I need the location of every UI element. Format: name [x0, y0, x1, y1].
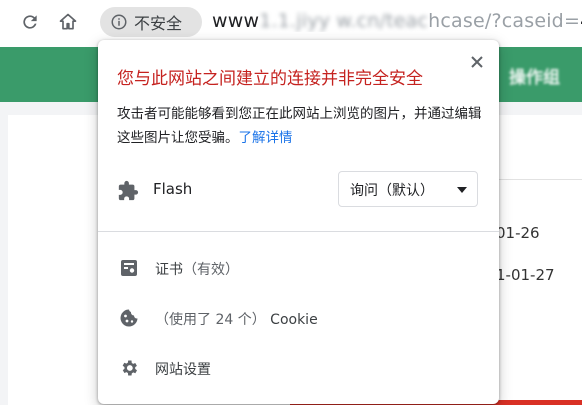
- chevron-down-icon: [457, 187, 467, 193]
- gear-icon: [122, 360, 137, 376]
- description-text: 攻击者可能能够看到您正在此网站上浏览的图片，并通过编辑这些图片让您受骗。: [117, 106, 482, 146]
- cookie-label: （使用了 24 个） Cookie: [155, 309, 318, 329]
- flash-label: Flash: [153, 180, 193, 198]
- home-icon: [59, 13, 77, 30]
- flash-permission-row: Flash 询问（默认）: [117, 171, 480, 210]
- url-text: www: [212, 10, 260, 32]
- site-info-popup: 您与此网站之间建立的连接并非完全安全 攻击者可能能够看到您正在此网站上浏览的图片…: [98, 40, 499, 404]
- cookie-icon: [120, 309, 138, 327]
- certificate-text: 证书: [155, 262, 183, 278]
- close-button[interactable]: [467, 52, 487, 72]
- site-settings-item[interactable]: 网站设置: [98, 347, 499, 389]
- row-divider: [498, 179, 582, 180]
- reload-button[interactable]: [14, 6, 46, 38]
- header-button[interactable]: 操作组: [509, 63, 560, 88]
- site-settings-label: 网站设置: [155, 362, 211, 378]
- cookie-text: Cookie: [270, 312, 318, 328]
- learn-more-link[interactable]: 了解详情: [239, 130, 293, 146]
- address-bar[interactable]: www1.1.jiyy w.cn/teachcase/?caseid=4244: [212, 10, 582, 32]
- row-date: 1-01-27: [496, 266, 555, 284]
- popup-divider: [98, 231, 499, 232]
- cookie-item[interactable]: （使用了 24 个） Cookie: [98, 297, 499, 339]
- popup-description: 攻击者可能能够看到您正在此网站上浏览的图片，并通过编辑这些图片让您受骗。了解详情: [117, 102, 485, 150]
- security-status-label: 不安全: [134, 14, 183, 33]
- row-date: 01-26: [496, 224, 540, 242]
- certificate-item[interactable]: 证书（有效）: [98, 247, 499, 289]
- flash-permission-select[interactable]: 询问（默认）: [338, 171, 478, 207]
- certificate-icon: [121, 260, 137, 276]
- url-blurred-text: 1.1.jiyy w.cn/teac: [259, 10, 429, 32]
- reload-icon: [23, 15, 37, 29]
- home-button[interactable]: [52, 6, 84, 38]
- cookie-count: （使用了 24 个）: [155, 312, 266, 328]
- popup-title: 您与此网站之间建立的连接并非完全安全: [117, 69, 423, 89]
- url-covered-text: hcase/?caseid=: [428, 10, 581, 32]
- info-icon: [111, 14, 127, 30]
- close-icon: [471, 56, 483, 68]
- flash-permission-value: 询问（默认）: [350, 183, 434, 199]
- security-status-chip[interactable]: 不安全: [100, 7, 202, 37]
- puzzle-icon: [118, 180, 139, 201]
- certificate-label: 证书（有效）: [155, 259, 239, 279]
- certificate-status: （有效）: [183, 262, 239, 278]
